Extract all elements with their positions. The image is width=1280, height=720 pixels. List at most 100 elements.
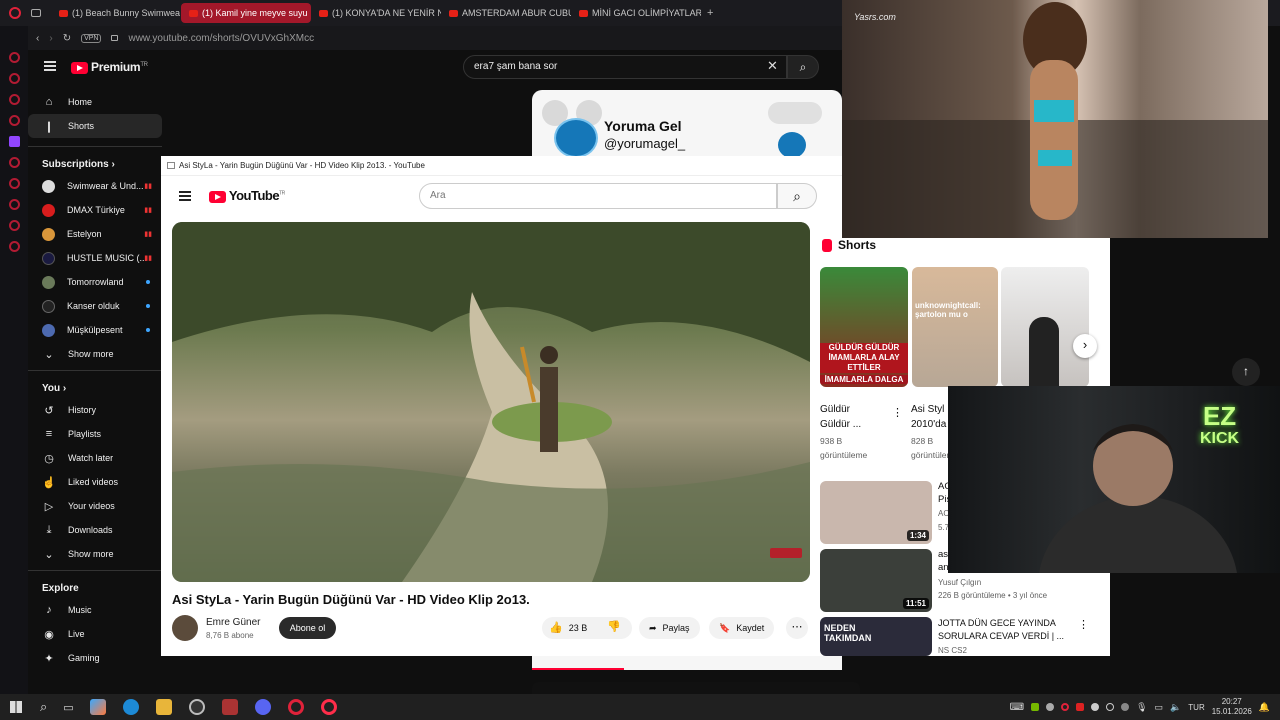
file-explorer-icon[interactable] xyxy=(156,699,173,715)
tab-beach-bunny[interactable]: (1) Beach Bunny Swimwea xyxy=(51,3,181,23)
discord-tray-icon[interactable] xyxy=(1046,703,1055,711)
opera-gx-red-icon[interactable] xyxy=(321,699,338,715)
back-icon[interactable]: ‹ xyxy=(36,33,39,44)
short-title[interactable]: Güldür xyxy=(820,404,850,415)
microphone-icon[interactable]: 🎙 xyxy=(1136,702,1147,713)
sidebar-item-liked-videos[interactable]: ☝ Liked videos xyxy=(28,470,162,494)
video-thumbnail[interactable]: 1:34 xyxy=(820,481,932,544)
task-view-icon[interactable]: ▭ xyxy=(63,701,73,714)
tab-kamil[interactable]: (1) Kamil yine meyve suyu xyxy=(181,3,311,23)
instagram-icon[interactable] xyxy=(8,94,20,105)
sidebar-item-live[interactable]: ◉ Live xyxy=(28,622,162,646)
subscribe-button[interactable]: Abone ol xyxy=(279,617,336,639)
you-heading[interactable]: You › xyxy=(28,371,162,398)
scroll-to-top-button[interactable]: ↑ xyxy=(1232,358,1260,386)
sidebar-item-watch-later[interactable]: ◷ Watch later xyxy=(28,446,162,470)
sidebar-sub-dmax[interactable]: DMAX Türkiye ▮▮ xyxy=(28,198,162,222)
sidebar-item-music[interactable]: ♪ Music xyxy=(28,598,162,622)
opera-gx-taskbar-icon[interactable] xyxy=(189,699,206,715)
vpn-badge[interactable]: VPN xyxy=(81,33,102,43)
search-button[interactable]: ⌕ xyxy=(777,183,817,209)
captions-icon[interactable] xyxy=(768,102,822,124)
messenger-icon[interactable] xyxy=(8,52,20,63)
menu-icon[interactable] xyxy=(44,61,56,71)
video-title-line2[interactable]: an xyxy=(938,562,949,573)
channel-handle[interactable]: @yorumagel_ xyxy=(604,136,685,151)
sidebar-item-home[interactable]: ⌂ Home xyxy=(28,90,162,114)
dislike-button[interactable]: 👎 xyxy=(607,620,621,633)
windows-start-icon[interactable] xyxy=(10,701,22,713)
video-editor-icon[interactable] xyxy=(222,699,239,715)
search-input[interactable]: era7 şam bana sor xyxy=(463,55,787,79)
new-tab-icon[interactable]: + xyxy=(707,7,713,19)
discord-icon[interactable] xyxy=(255,699,272,715)
tray-app-icon-3[interactable] xyxy=(1106,703,1115,711)
channel-avatar[interactable] xyxy=(554,118,598,158)
like-button[interactable]: 👍 23 B xyxy=(549,621,587,634)
sidebar-sub-kanser[interactable]: Kanser olduk xyxy=(28,294,162,318)
short-title[interactable]: Asi Styl xyxy=(911,404,944,415)
player-icon[interactable] xyxy=(8,157,20,168)
short-title-line2[interactable]: Güldür ... xyxy=(820,419,861,430)
sidebar-item-history[interactable]: ↺ History xyxy=(28,398,162,422)
language-indicator[interactable]: TUR xyxy=(1188,703,1204,712)
next-shorts-button[interactable]: › xyxy=(1073,334,1097,358)
volume-icon[interactable]: 🔈 xyxy=(1170,702,1181,713)
twitch-icon[interactable] xyxy=(8,136,20,147)
copilot-icon[interactable] xyxy=(90,699,107,715)
progress-bar[interactable] xyxy=(532,668,624,670)
short-title-line2[interactable]: 2010'da xyxy=(911,419,946,430)
short-thumbnail[interactable] xyxy=(1001,267,1089,387)
sidebar-item-shorts[interactable]: ❙ Shorts xyxy=(28,114,162,138)
reload-icon[interactable]: ↻ xyxy=(63,33,71,44)
youtube-logo[interactable]: YouTubeTR xyxy=(209,188,285,203)
url-field[interactable]: www.youtube.com/shorts/OVUVxGhXMcc xyxy=(128,33,314,44)
sidebar-item-playlists[interactable]: ≡ Playlists xyxy=(28,422,162,446)
channel-avatar-small[interactable] xyxy=(778,132,806,158)
subscriptions-heading[interactable]: Subscriptions › xyxy=(28,147,162,174)
whatsapp-icon[interactable] xyxy=(8,73,20,84)
sidebar-sub-hustle[interactable]: HUSTLE MUSIC (... ▮▮ xyxy=(28,246,162,270)
opera-tray-icon[interactable] xyxy=(1061,703,1070,711)
sidebar-sub-estelyon[interactable]: Estelyon ▮▮ xyxy=(28,222,162,246)
keyboard-icon[interactable]: ⌨ xyxy=(1010,702,1024,713)
video-thumbnail[interactable]: 11:51 xyxy=(820,549,932,612)
tab-mini-gaci[interactable]: MİNİ GACI OLİMPİYATLAR xyxy=(571,3,701,23)
history-sidebar-icon[interactable] xyxy=(8,199,20,210)
video-channel[interactable]: Yusuf Çılgın xyxy=(938,578,981,587)
workspaces-icon[interactable] xyxy=(31,9,41,17)
video-title[interactable]: JOTTA DÜN GECE YAYINDA xyxy=(938,618,1056,628)
show-more-subscriptions[interactable]: ⌄ Show more xyxy=(28,342,162,366)
youtube-premium-logo[interactable]: PremiumTR xyxy=(71,60,148,74)
video-player[interactable] xyxy=(172,222,810,582)
tray-app-icon-2[interactable] xyxy=(1091,703,1100,711)
opera-taskbar-icon[interactable] xyxy=(288,699,305,715)
video-channel[interactable]: NS CS2 xyxy=(938,646,967,655)
clear-search-icon[interactable]: ✕ xyxy=(767,58,778,74)
network-icon[interactable]: ▭ xyxy=(1155,702,1164,713)
nvidia-icon[interactable] xyxy=(1031,703,1040,711)
extensions-icon[interactable] xyxy=(8,220,20,231)
tray-app-icon[interactable] xyxy=(1076,703,1085,711)
tray-app-icon-4[interactable] xyxy=(1121,703,1130,711)
sidebar-item-gaming[interactable]: ✦ Gaming xyxy=(28,646,162,670)
short-more-icon[interactable]: ⋮ xyxy=(892,406,903,419)
clock[interactable]: 20:27 15.01.2026 xyxy=(1212,697,1252,717)
video-title[interactable]: as xyxy=(938,549,948,560)
forward-icon[interactable]: › xyxy=(49,33,52,44)
channel-name[interactable]: Emre Güner xyxy=(206,617,260,628)
video-title-line2[interactable]: SORULARA CEVAP VERDİ | ... xyxy=(938,631,1064,641)
short-video-card[interactable]: Yoruma Gel @yorumagel_ xyxy=(532,90,842,158)
show-more-you[interactable]: ⌄ Show more xyxy=(28,542,162,566)
search-button[interactable]: ⌕ xyxy=(787,55,819,79)
sidebar-sub-muskulpesent[interactable]: Müşkülpesent xyxy=(28,318,162,342)
search-icon[interactable]: ⌕ xyxy=(40,699,47,715)
save-button[interactable]: 🔖 Kaydet xyxy=(709,617,775,639)
search-input[interactable]: Ara xyxy=(419,183,777,209)
sidebar-item-downloads[interactable]: ⤓ Downloads xyxy=(28,518,162,542)
sidebar-sub-swimwear[interactable]: Swimwear & Und... ▮▮ xyxy=(28,174,162,198)
notifications-icon[interactable]: 🔔 xyxy=(1259,702,1270,713)
settings-icon[interactable] xyxy=(8,241,20,252)
bookmarks-icon[interactable] xyxy=(8,178,20,189)
tab-konya[interactable]: (1) KONYA'DA NE YENİR N xyxy=(311,3,441,23)
